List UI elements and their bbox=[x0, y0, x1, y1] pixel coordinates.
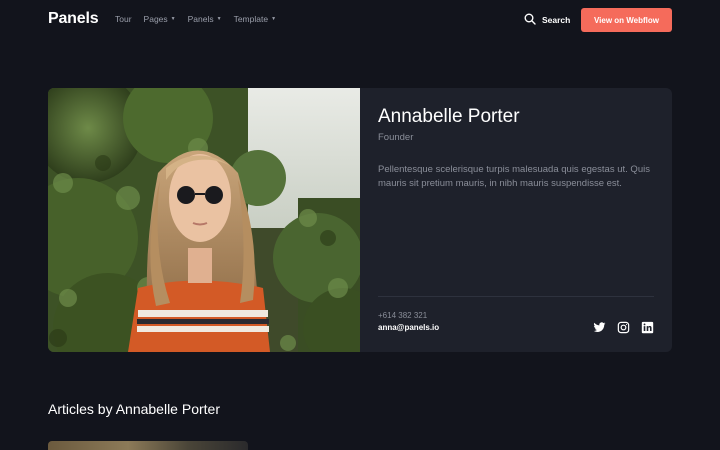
brand-logo[interactable]: Panels bbox=[48, 10, 99, 28]
menu-item-tour[interactable]: Tour bbox=[115, 14, 132, 24]
menu-item-label: Template bbox=[233, 14, 269, 24]
profile-role: Founder bbox=[378, 132, 414, 143]
menu-item-panels[interactable]: Panels ▼ bbox=[188, 14, 222, 24]
instagram-icon[interactable] bbox=[617, 321, 630, 334]
profile-photo bbox=[48, 88, 360, 352]
profile-phone: +614 382 321 bbox=[378, 311, 428, 320]
top-navigation: Panels Tour Pages ▼ Panels ▼ Template ▼ … bbox=[0, 0, 720, 40]
search-icon bbox=[524, 13, 536, 27]
profile-card: Annabelle Porter Founder Pellentesque sc… bbox=[48, 88, 672, 352]
menu-item-label: Tour bbox=[115, 14, 132, 24]
social-links bbox=[593, 321, 654, 334]
menu-item-label: Panels bbox=[187, 14, 214, 24]
article-thumbnail[interactable] bbox=[48, 441, 248, 450]
search-button[interactable]: Search bbox=[524, 13, 570, 27]
menu-item-label: Pages bbox=[143, 14, 168, 24]
caret-down-icon: ▼ bbox=[216, 16, 222, 22]
profile-name: Annabelle Porter bbox=[378, 106, 520, 127]
articles-heading: Articles by Annabelle Porter bbox=[48, 401, 220, 417]
twitter-icon[interactable] bbox=[593, 321, 606, 334]
divider bbox=[378, 296, 654, 297]
view-on-webflow-button[interactable]: View on Webflow bbox=[581, 8, 672, 32]
search-label: Search bbox=[542, 15, 571, 25]
caret-down-icon: ▼ bbox=[271, 16, 277, 22]
caret-down-icon: ▼ bbox=[170, 16, 176, 22]
menu-item-template[interactable]: Template ▼ bbox=[234, 14, 276, 24]
main-menu: Tour Pages ▼ Panels ▼ Template ▼ bbox=[115, 14, 276, 24]
profile-bio: Pellentesque scelerisque turpis malesuad… bbox=[378, 164, 650, 189]
menu-item-pages[interactable]: Pages ▼ bbox=[144, 14, 176, 24]
profile-email-link[interactable]: anna@panels.io bbox=[378, 323, 439, 332]
profile-info: Annabelle Porter Founder Pellentesque sc… bbox=[378, 88, 654, 352]
linkedin-icon[interactable] bbox=[641, 321, 654, 334]
